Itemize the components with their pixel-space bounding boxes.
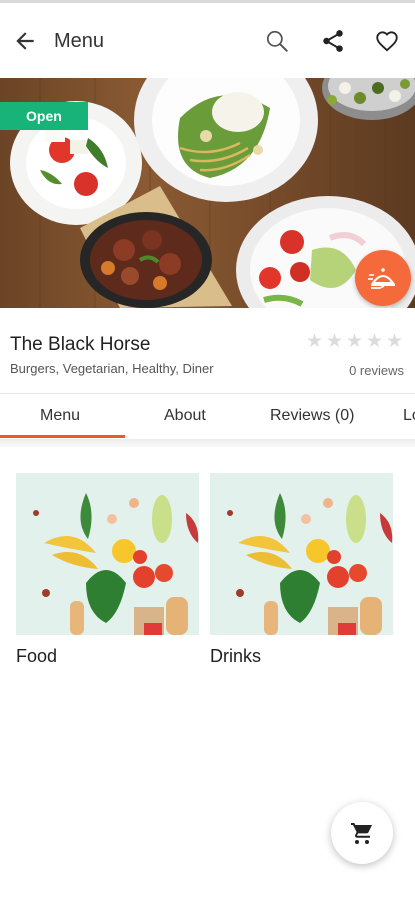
star-icon: ★ (366, 331, 384, 352)
share-icon[interactable] (320, 28, 346, 54)
star-icon: ★ (386, 331, 404, 352)
category-card-food[interactable]: Food (16, 473, 199, 673)
category-image (16, 473, 199, 635)
category-label: Drinks (210, 646, 262, 666)
active-tab-indicator (0, 435, 125, 438)
page-title: Menu (54, 30, 105, 52)
tabs-divider (0, 439, 415, 447)
restaurant-name: The Black Horse (10, 334, 151, 355)
tab-bar: Menu About Reviews (0) Lo (0, 395, 415, 439)
star-icon: ★ (346, 331, 364, 352)
category-image (210, 473, 393, 635)
tab-about[interactable]: About (164, 407, 206, 425)
delivery-button[interactable] (355, 250, 411, 306)
category-label: Food (16, 646, 58, 666)
app-bar: Menu (0, 3, 415, 78)
reviews-count: 0 reviews (349, 363, 404, 378)
tab-reviews[interactable]: Reviews (0) (270, 407, 354, 425)
cart-icon (351, 823, 372, 844)
star-icon: ★ (306, 331, 324, 352)
arrow-back-icon[interactable] (12, 28, 38, 54)
restaurant-info: The Black Horse Burgers, Vegetarian, Hea… (0, 308, 415, 394)
status-badge: Open (0, 102, 88, 130)
category-card-drinks[interactable]: Drinks (210, 473, 393, 673)
cart-button[interactable] (331, 802, 393, 864)
rating-stars: ★ ★ ★ ★ ★ (306, 332, 405, 352)
search-icon[interactable] (264, 28, 290, 54)
tab-location[interactable]: Lo (403, 407, 415, 425)
tab-menu[interactable]: Menu (40, 407, 80, 425)
restaurant-categories: Burgers, Vegetarian, Healthy, Diner (10, 361, 214, 376)
delivery-icon (368, 268, 395, 289)
heart-icon[interactable] (374, 28, 400, 54)
star-icon: ★ (326, 331, 344, 352)
